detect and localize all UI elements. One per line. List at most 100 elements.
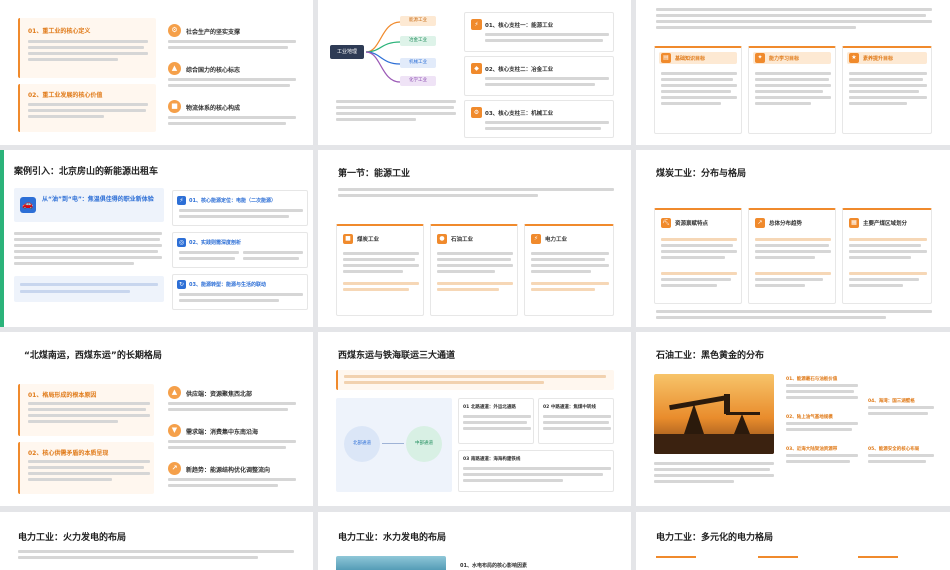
card-title: 煤炭工业 <box>357 237 380 243</box>
mind-node-machine: 机械工业 <box>400 58 436 68</box>
search-icon: ◎ <box>177 238 186 247</box>
route-title: 03 南路通道：海海构建铁线 <box>463 457 521 462</box>
water-photo <box>336 556 446 570</box>
slide-11[interactable]: 电力工业：水力发电的布局 01、水电布局的核心影响因素 <box>318 512 631 570</box>
slide-1[interactable]: 01、重工业的核心定义 02、重工业发展的核心价值 ⚙ 社会生产的坚实支撑 ▲ … <box>0 0 313 145</box>
pillar-title: 01、核心支柱一：能源工业 <box>485 23 554 29</box>
case-panel: 🚗 从“油”到“电”：焦温俱佳得的职业新体验 <box>14 188 164 222</box>
slide-title: 电力工业：水力发电的布局 <box>338 533 447 543</box>
gear-icon: ⚙ <box>471 107 482 118</box>
trend-icon: ↗ <box>168 462 181 475</box>
slide-6[interactable]: 煤炭工业：分布与格局 ⛏ 资源禀赋特点 ↗ 总体分布趋势 ▦ 主要产煤区域划分 <box>636 150 950 327</box>
slide-title: 石油工业：黑色黄金的分布 <box>656 351 765 361</box>
goal-card-2: ✦ 能力学习目标 <box>748 46 836 134</box>
slide-4[interactable]: 案例引入：北京房山的新能源出租车 🚗 从“油”到“电”：焦温俱佳得的职业新体验 … <box>0 150 313 327</box>
slide-title: 电力工业：多元化的电力格局 <box>656 533 774 543</box>
slide-5[interactable]: 第一节：能源工业 ■ 煤炭工业 ● 石油工业 ⚡ 电力工业 <box>318 150 631 327</box>
oil-item-4: 04、海湾：国三湖壁格 <box>868 399 915 404</box>
coal-card-3: ▦ 主要产煤区域划分 <box>842 208 932 304</box>
slide-8[interactable]: 西煤东运与铁海联运三大通道 北部通道 中部通道 01 北路通道：外运北通路 02… <box>318 332 631 506</box>
route-card-1: 01 北路通道：外运北通路 <box>458 398 534 444</box>
pillar-title: 03、核心支柱三：机械工业 <box>485 111 554 117</box>
oil-item-5: 05、能源安全的核心布局 <box>868 447 920 452</box>
card-title: 资源禀赋特点 <box>675 221 709 227</box>
oil-pump-photo <box>654 374 774 454</box>
route-card-3: 03 南路通道：海海构建铁线 <box>458 450 614 492</box>
oil-drop-icon: ● <box>437 234 447 244</box>
slide-9[interactable]: 石油工业：黑色黄金的分布 01、能源最石与油板价值 02、陆上油气基地规模 03… <box>636 332 950 506</box>
intro-box <box>336 370 614 390</box>
energy-card-oil: ● 石油工业 <box>430 224 518 316</box>
route-node-middle: 中部通道 <box>406 426 442 462</box>
slide-10[interactable]: 电力工业：火力发电的布局 <box>0 512 313 570</box>
map-icon: ▦ <box>849 218 859 228</box>
mind-node-metal: 冶金工业 <box>400 36 436 46</box>
box-title: 01、重工业的核心定义 <box>28 28 91 35</box>
mind-node-chem: 化学工业 <box>400 76 436 86</box>
energy-card-coal: ■ 煤炭工业 <box>336 224 424 316</box>
trend-icon: ↗ <box>755 218 765 228</box>
mine-icon: ⛏ <box>661 218 671 228</box>
supply-icon: ▲ <box>168 386 181 399</box>
demand-heading: 需求端：消费集中东南沿海 <box>186 429 259 436</box>
item-title: 03、能源转型：能源与生活的联动 <box>189 282 266 288</box>
conflict-box: 02、核心供需矛盾的本质呈现 <box>18 442 154 494</box>
slide-title: 案例引入：北京房山的新能源出租车 <box>14 167 159 177</box>
mind-node-energy: 能源工业 <box>400 16 436 26</box>
box-title: 02、核心供需矛盾的本质呈现 <box>28 450 109 457</box>
chart-icon: ▲ <box>168 62 181 75</box>
route-node-north: 北部通道 <box>344 426 380 462</box>
car-icon: 🚗 <box>20 197 36 213</box>
goal-title: 能力学习目标 <box>769 56 800 62</box>
case-item-2: ◎ 02、实践则需深度剖析 <box>172 232 308 268</box>
slide-title: 煤炭工业：分布与格局 <box>656 169 747 179</box>
goal-card-3: ★ 素养提升目标 <box>842 46 932 134</box>
supply-heading: 供应端：资源聚焦西北部 <box>186 391 253 398</box>
metal-icon: ◆ <box>471 63 482 74</box>
trend-heading: 新趋势：能源结构优化调整流向 <box>186 467 271 474</box>
panel-title: 从“油”到“电”：焦温俱佳得的职业新体验 <box>42 196 154 203</box>
slide-7[interactable]: “北煤南运，西煤东运”的长期格局 01、格局形成的根本原因 02、核心供需矛盾的… <box>0 332 313 506</box>
route-title: 02 中路通道：焦煤中转线 <box>543 405 596 410</box>
pumpjack-icon <box>654 394 774 454</box>
coal-icon: ■ <box>343 234 353 244</box>
case-item-1: ⚡ 01、核心能源定位：电能（二次能源） <box>172 190 308 226</box>
truck-icon: ■ <box>168 100 181 113</box>
reason-box: 01、格局形成的根本原因 <box>18 384 154 436</box>
slide-3[interactable]: ▤ 基础知识目标 ✦ 能力学习目标 ★ 素养提升目标 <box>636 0 950 145</box>
support-heading: 社会生产的坚实支撑 <box>186 29 241 36</box>
route-card-2: 02 中路通道：焦煤中转线 <box>538 398 614 444</box>
slide-12[interactable]: 电力工业：多元化的电力格局 <box>636 512 950 570</box>
box-text <box>28 38 152 74</box>
route-title: 01 北路通道：外运北通路 <box>463 405 516 410</box>
pillar-card-3: ⚙ 03、核心支柱三：机械工业 <box>464 100 614 138</box>
case-item-3: ↻ 03、能源转型：能源与生活的联动 <box>172 274 308 310</box>
logistics-heading: 物流体系的核心构成 <box>186 105 241 112</box>
goal-title: 基础知识目标 <box>675 56 706 62</box>
slide-2[interactable]: 工业地理 能源工业 冶金工业 机械工业 化学工业 ⚡ 01、核心支柱一：能源工业… <box>318 0 631 145</box>
demand-icon: ▼ <box>168 424 181 437</box>
energy-icon: ⚡ <box>471 19 482 30</box>
bolt-icon: ⚡ <box>531 234 541 244</box>
route-diagram: 北部通道 中部通道 <box>336 398 452 492</box>
box-title: 02、重工业发展的核心价值 <box>28 92 103 99</box>
pillar-card-1: ⚡ 01、核心支柱一：能源工业 <box>464 12 614 52</box>
pillar-title: 02、核心支柱二：冶金工业 <box>485 67 554 73</box>
refresh-icon: ↻ <box>177 280 186 289</box>
slide-title: 第一节：能源工业 <box>338 169 411 179</box>
box-text <box>28 101 152 129</box>
factory-icon: ⚙ <box>168 24 181 37</box>
strength-heading: 综合国力的核心标志 <box>186 67 241 74</box>
box-title: 01、格局形成的根本原因 <box>28 392 97 399</box>
goal-card-1: ▤ 基础知识目标 <box>654 46 742 134</box>
definition-box: 01、重工业的核心定义 <box>18 18 156 78</box>
oil-item-2: 02、陆上油气基地规模 <box>786 415 833 420</box>
pillar-card-2: ◆ 02、核心支柱二：冶金工业 <box>464 56 614 96</box>
oil-item-3: 03、近海大陆架油资源带 <box>786 447 838 452</box>
coal-card-2: ↗ 总体分布趋势 <box>748 208 836 304</box>
goal-title: 素养提升目标 <box>863 56 894 62</box>
case-note <box>14 276 164 302</box>
slide-title: 电力工业：火力发电的布局 <box>18 533 127 543</box>
slide-title: “北煤南运，西煤东运”的长期格局 <box>24 351 162 361</box>
mind-center: 工业地理 <box>330 45 364 59</box>
